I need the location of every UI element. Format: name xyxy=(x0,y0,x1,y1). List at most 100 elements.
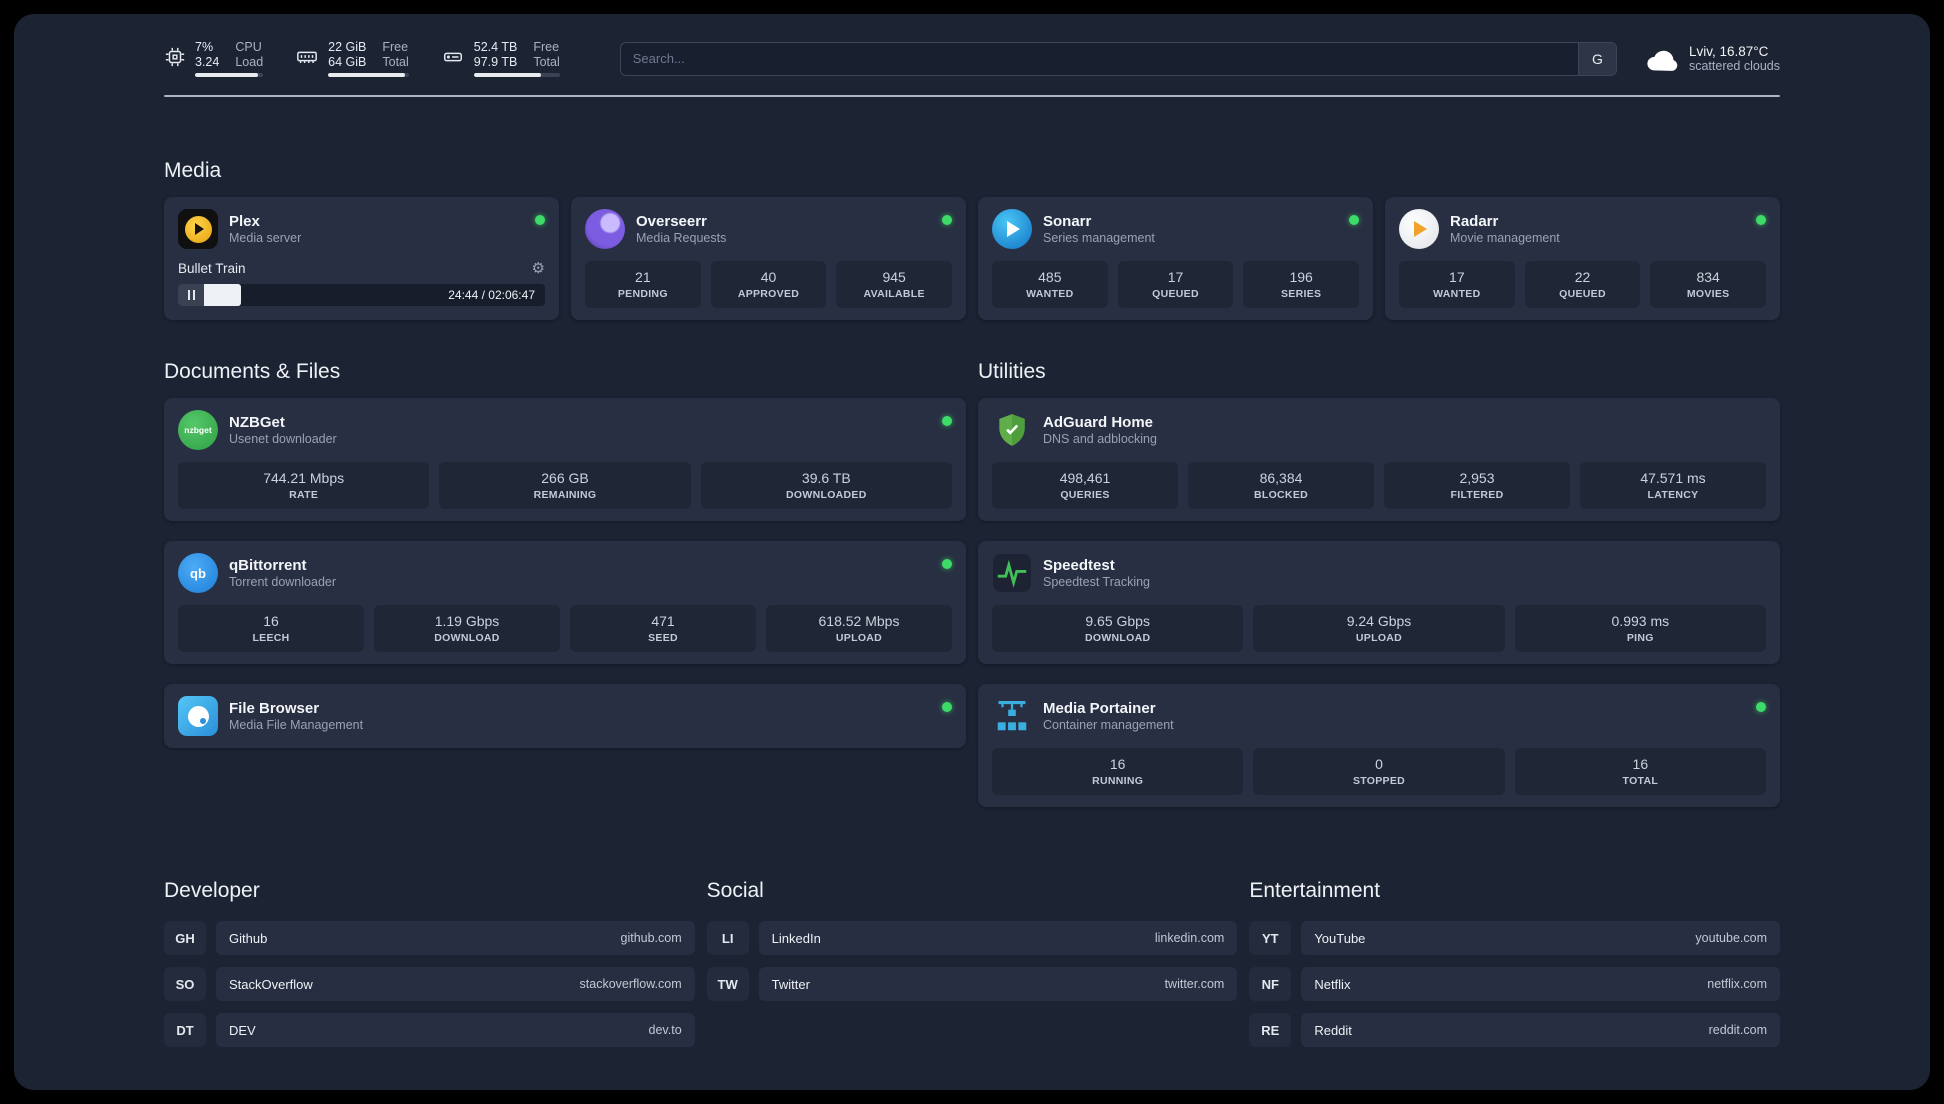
app-overseerr[interactable]: Overseerr Media Requests xyxy=(585,209,952,249)
stat-label: DOWNLOAD xyxy=(434,632,500,644)
bookmark-link-dev[interactable]: DEV dev.to xyxy=(216,1013,695,1047)
bookmark-link-linkedin[interactable]: LinkedIn linkedin.com xyxy=(758,921,1238,955)
stat-value: 17 xyxy=(1449,269,1465,285)
bookmark-link-netflix[interactable]: Netflix netflix.com xyxy=(1301,967,1780,1001)
bookmark-url: github.com xyxy=(620,931,682,945)
stat-label: PING xyxy=(1626,632,1654,644)
stat-value: 618.52 Mbps xyxy=(818,613,900,629)
dashboard: 7% CPU 3.24 Load 22 GiB Free 64 GiB Tota… xyxy=(14,14,1930,1090)
stat-value: 0.993 ms xyxy=(1611,613,1670,629)
bookmark-url: reddit.com xyxy=(1708,1023,1767,1037)
app-card-qbittorrent: qb qBittorrent Torrent downloader 16 LEE… xyxy=(164,541,966,664)
stat-seed: 471 SEED xyxy=(570,605,756,652)
app-radarr[interactable]: Radarr Movie management xyxy=(1399,209,1766,249)
stat-value: 40 xyxy=(760,269,777,285)
stat-queued: 17 QUEUED xyxy=(1117,261,1234,308)
bookmark-url: stackoverflow.com xyxy=(579,977,682,991)
app-title: AdGuard Home xyxy=(1043,414,1154,431)
app-subtitle: Torrent downloader xyxy=(229,575,337,589)
ram-icon xyxy=(297,51,318,63)
stat-blocked: 86,384 BLOCKED xyxy=(1188,462,1374,509)
app-title: Speedtest xyxy=(1043,557,1115,574)
status-dot xyxy=(1349,215,1359,225)
bookmark-url: youtube.com xyxy=(1695,931,1767,945)
bookmark-url: netflix.com xyxy=(1707,977,1767,991)
weather-widget: Lviv, 16.87°C scattered clouds xyxy=(1645,44,1780,73)
app-subtitle: Media File Management xyxy=(229,718,364,732)
app-sonarr[interactable]: Sonarr Series management xyxy=(992,209,1359,249)
pause-button[interactable] xyxy=(178,284,204,306)
bookmark-dev: DT DEV dev.to xyxy=(164,1013,695,1047)
stat-value: 47.571 ms xyxy=(1640,470,1706,486)
speedtest-icon xyxy=(992,553,1032,593)
stat-value: 1.19 Gbps xyxy=(434,613,500,629)
stat-value: 266 GB xyxy=(541,470,589,486)
playback-time: 24:44 / 02:06:47 xyxy=(448,288,535,302)
bookmark-link-twitter[interactable]: Twitter twitter.com xyxy=(758,967,1238,1001)
app-card-overseerr: Overseerr Media Requests 21 PENDING 40 A… xyxy=(571,197,966,320)
bookmark-abbr: SO xyxy=(164,967,206,1001)
gear-icon[interactable]: ⚙ xyxy=(532,261,545,276)
now-playing-title: Bullet Train xyxy=(178,261,246,276)
app-speedtest[interactable]: Speedtest Speedtest Tracking xyxy=(992,553,1766,593)
pause-icon xyxy=(187,290,195,300)
portainer-icon xyxy=(992,696,1032,736)
app-nzbget[interactable]: nzbget NZBGet Usenet downloader xyxy=(178,410,952,450)
plex-progress-bar[interactable]: 24:44 / 02:06:47 xyxy=(178,284,545,306)
stat-label: MOVIES xyxy=(1686,288,1730,300)
app-filebrowser[interactable]: File Browser Media File Management xyxy=(178,696,952,736)
stat-value: 945 xyxy=(882,269,906,285)
app-card-radarr: Radarr Movie management 17 WANTED 22 QUE… xyxy=(1385,197,1780,320)
stat-label: TOTAL xyxy=(1622,775,1659,787)
stat-label: QUEUED xyxy=(1559,288,1606,300)
stat-label: UPLOAD xyxy=(1355,632,1403,644)
app-qbittorrent[interactable]: qb qBittorrent Torrent downloader xyxy=(178,553,952,593)
topbar-divider xyxy=(164,95,1780,97)
bookmark-linkedin: LI LinkedIn linkedin.com xyxy=(706,921,1238,955)
bookmark-github: GH Github github.com xyxy=(164,921,695,955)
bookmark-stackoverflow: SO StackOverflow stackoverflow.com xyxy=(164,967,695,1001)
app-subtitle: DNS and adblocking xyxy=(1043,432,1157,446)
stat-label: STOPPED xyxy=(1352,775,1406,787)
section-title-developer: Developer xyxy=(164,879,260,902)
disk-total-value: 97.9 TB xyxy=(473,55,518,69)
bookmark-name: LinkedIn xyxy=(771,930,821,946)
stat-value: 16 xyxy=(1109,756,1126,772)
app-plex[interactable]: Plex Media server xyxy=(178,209,545,249)
status-dot xyxy=(942,702,952,712)
bookmark-netflix: NF Netflix netflix.com xyxy=(1249,967,1780,1001)
disk-usage-bar xyxy=(473,73,560,77)
stat-upload: 618.52 Mbps UPLOAD xyxy=(766,605,952,652)
radarr-icon xyxy=(1399,209,1439,249)
progress-track[interactable] xyxy=(204,284,438,306)
bookmark-name: Twitter xyxy=(771,976,810,992)
stat-value: 0 xyxy=(1375,756,1383,772)
status-dot xyxy=(1756,702,1766,712)
search-input[interactable] xyxy=(620,42,1578,75)
bookmark-link-stackoverflow[interactable]: StackOverflow stackoverflow.com xyxy=(216,967,695,1001)
bookmark-link-youtube[interactable]: YouTube youtube.com xyxy=(1301,921,1780,955)
app-card-nzbget: nzbget NZBGet Usenet downloader 744.21 M… xyxy=(164,398,966,521)
ram-label-top: Free xyxy=(382,40,409,54)
disk-free-value: 52.4 TB xyxy=(473,40,518,54)
search-engine-button[interactable]: G xyxy=(1577,42,1616,75)
app-title: Radarr xyxy=(1450,213,1499,230)
app-title: Plex xyxy=(229,213,260,230)
app-portainer[interactable]: Media Portainer Container management xyxy=(992,696,1766,736)
stat-download: 9.65 Gbps DOWNLOAD xyxy=(992,605,1244,652)
app-adguard[interactable]: AdGuard Home DNS and adblocking xyxy=(992,410,1766,450)
stat-value: 498,461 xyxy=(1059,470,1111,486)
status-dot xyxy=(535,215,545,225)
bookmark-link-github[interactable]: Github github.com xyxy=(216,921,695,955)
app-subtitle: Usenet downloader xyxy=(229,432,337,446)
stat-leech: 16 LEECH xyxy=(178,605,364,652)
bookmark-link-reddit[interactable]: Reddit reddit.com xyxy=(1301,1013,1780,1047)
app-card-filebrowser: File Browser Media File Management xyxy=(164,684,966,748)
ram-label-bottom: Total xyxy=(382,55,409,69)
cpu-icon xyxy=(165,47,185,67)
status-dot xyxy=(942,215,952,225)
app-subtitle: Container management xyxy=(1043,718,1174,732)
cpu-label-bottom: Load xyxy=(235,55,264,69)
stat-label: DOWNLOAD xyxy=(1084,632,1151,644)
bookmark-name: DEV xyxy=(229,1022,256,1038)
